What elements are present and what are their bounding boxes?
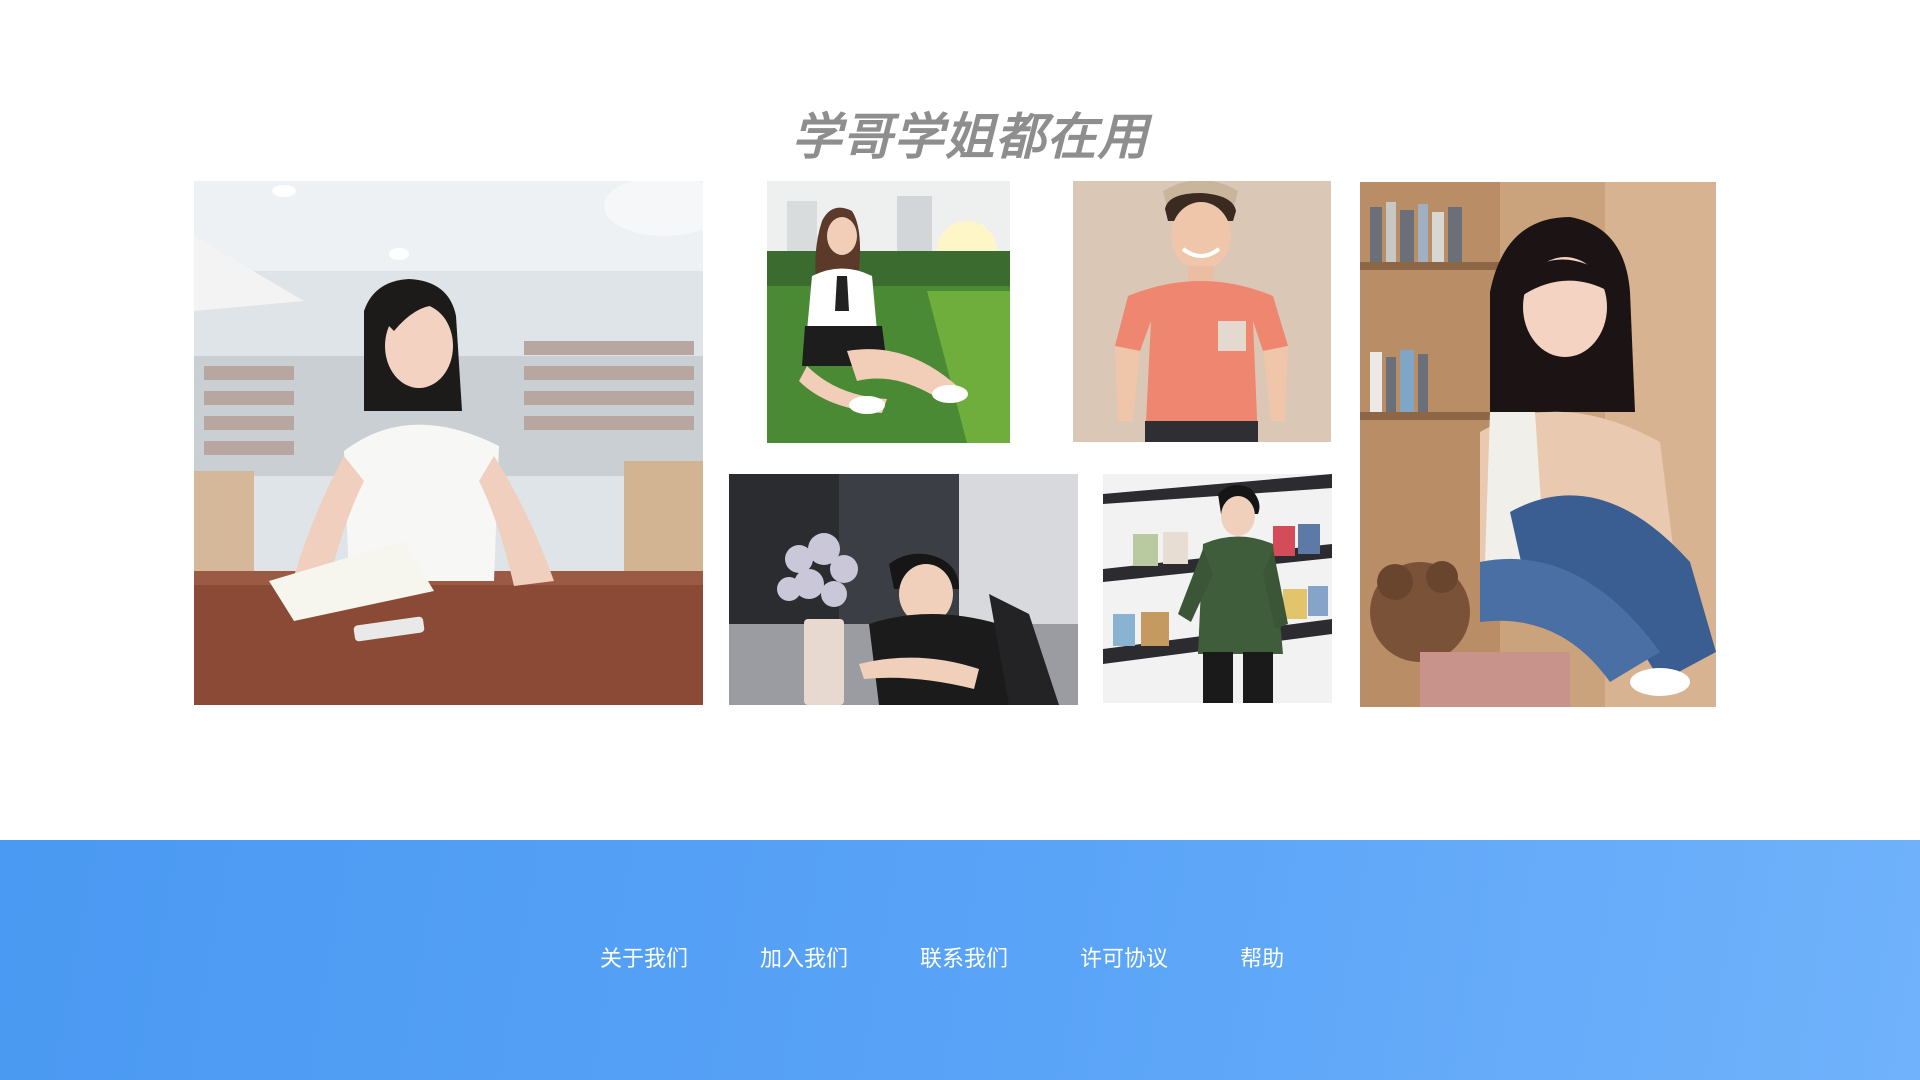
footer-link-about-us[interactable]: 关于我们: [600, 942, 688, 978]
photo-desk-boy: [729, 474, 1078, 705]
footer-link-license-agreement[interactable]: 许可协议: [1080, 942, 1168, 978]
photo-jacket-boy: [1103, 474, 1332, 703]
photo-library-girl: [194, 181, 703, 705]
section-title: 学哥学姐都在用: [791, 107, 1149, 166]
footer-link-help[interactable]: 帮助: [1240, 942, 1284, 978]
photo-tshirt-boy: [1073, 181, 1331, 442]
footer-link-contact-us[interactable]: 联系我们: [920, 942, 1008, 978]
footer-link-join-us[interactable]: 加入我们: [760, 942, 848, 978]
photo-lawn-girl: [767, 181, 1010, 443]
footer-nav: 关于我们 加入我们 联系我们 许可协议 帮助: [600, 942, 1284, 978]
footer: 关于我们 加入我们 联系我们 许可协议 帮助: [0, 840, 1920, 1080]
photo-shelf-girl: [1360, 182, 1716, 707]
